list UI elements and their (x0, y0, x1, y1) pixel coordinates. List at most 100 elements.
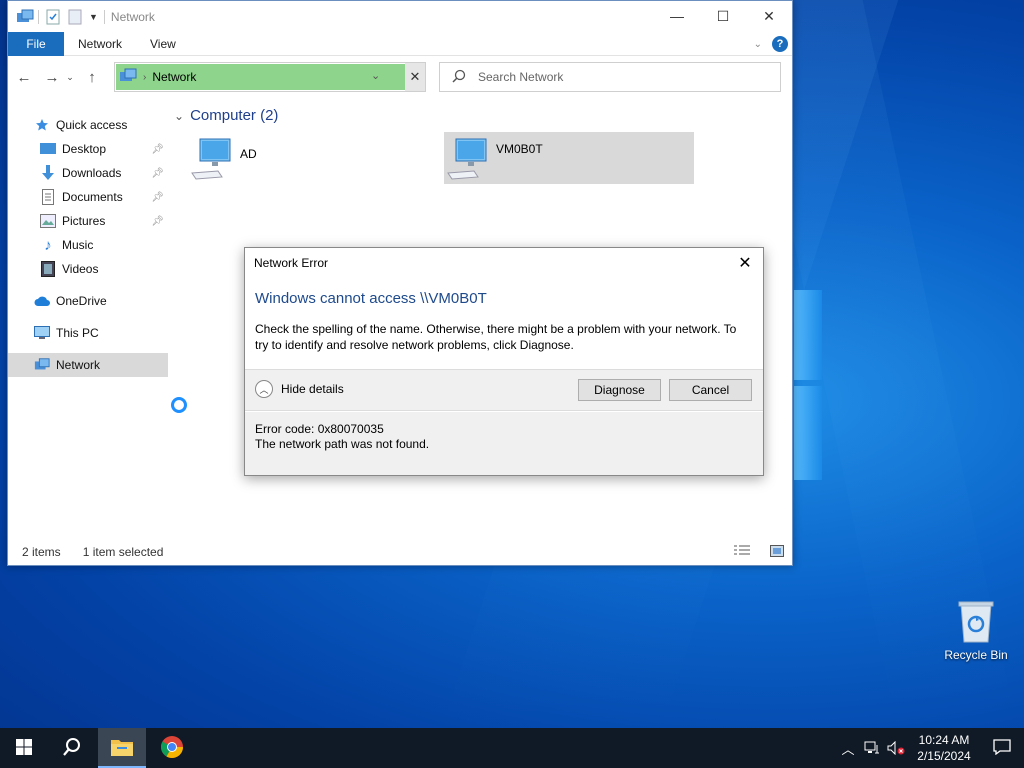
dialog-button-bar: ︿ Hide details Diagnose Cancel (245, 369, 763, 411)
arrow-right-icon: → (44, 68, 60, 86)
network-icon (34, 357, 50, 373)
folder-icon (111, 738, 133, 759)
network-tray-icon[interactable] (860, 728, 884, 768)
sidebar-item-documents[interactable]: Documents 📌︎ (8, 185, 168, 209)
start-button[interactable] (0, 728, 48, 768)
close-icon: ✕ (738, 255, 752, 272)
cloud-icon (34, 293, 50, 309)
tab-file[interactable]: File (8, 31, 64, 56)
network-error-dialog: Network Error ✕ Windows cannot access \\… (244, 247, 764, 476)
group-header[interactable]: ⌄ Computer (2) (174, 107, 278, 124)
sidebar-item-onedrive[interactable]: OneDrive (8, 289, 168, 313)
search-placeholder: Search Network (478, 70, 564, 84)
notifications-button[interactable] (980, 728, 1024, 768)
address-bar[interactable]: › Network ⌄ ✕ (114, 62, 426, 92)
customize-qat-icon[interactable]: ▼ (89, 12, 98, 22)
title-bar[interactable]: ▼ Network — ☐ ✕ (8, 1, 792, 32)
breadcrumb-network[interactable]: Network (152, 70, 196, 84)
recent-locations-button[interactable]: ⌄ (64, 65, 76, 89)
computer-icon (34, 325, 50, 341)
search-icon (62, 737, 82, 760)
ribbon-tabs: File Network View ⌄ ? (8, 31, 792, 56)
sidebar-item-this-pc[interactable]: This PC (8, 321, 168, 345)
computer-icon (444, 135, 496, 186)
minimize-button[interactable]: — (654, 1, 700, 31)
dialog-message: Check the spelling of the name. Otherwis… (255, 322, 737, 352)
documents-icon (40, 189, 56, 205)
chevron-up-icon: ︿ (841, 741, 855, 757)
sidebar-item-pictures[interactable]: Pictures 📌︎ (8, 209, 168, 233)
network-computer-ad[interactable]: AD (188, 135, 438, 187)
close-button[interactable]: ✕ (746, 1, 792, 31)
diagnose-button[interactable]: Diagnose (578, 379, 661, 401)
music-icon: ♪ (44, 236, 52, 254)
sidebar-item-label: This PC (56, 326, 99, 340)
desktop-folder-icon (40, 141, 56, 157)
taskbar: ︿ 10:24 AM 2/15/2024 (0, 728, 1024, 768)
address-content: › Network (115, 68, 196, 87)
chevron-down-icon: ⌄ (66, 71, 74, 82)
stop-loading-button[interactable]: ✕ (405, 63, 425, 91)
breadcrumb-chevron-icon: › (143, 71, 147, 83)
forward-button[interactable]: → (40, 65, 64, 89)
pictures-icon (40, 213, 56, 229)
sidebar-item-downloads[interactable]: Downloads 📌︎ (8, 161, 168, 185)
windows-logo-icon (16, 738, 32, 758)
dialog-heading: Windows cannot access \\VM0B0T (255, 290, 487, 307)
tab-network[interactable]: Network (64, 32, 136, 56)
chrome-taskbar-button[interactable] (148, 728, 196, 768)
clock[interactable]: 10:24 AM 2/15/2024 (908, 732, 980, 764)
sidebar-item-label: OneDrive (56, 294, 107, 308)
large-icons-view-icon[interactable] (770, 545, 784, 560)
sidebar-item-label: Videos (62, 262, 99, 276)
search-icon (452, 69, 466, 86)
system-tray: ︿ 10:24 AM 2/15/2024 (836, 728, 1024, 768)
recycle-bin[interactable]: Recycle Bin (940, 600, 1012, 662)
sidebar-item-label: Desktop (62, 142, 107, 156)
new-folder-icon[interactable] (67, 9, 83, 25)
file-explorer-taskbar-button[interactable] (98, 728, 146, 768)
notification-icon (993, 738, 1011, 758)
error-details: Error code: 0x80070035 The network path … (245, 412, 763, 475)
sidebar-item-music[interactable]: ♪ Music (8, 233, 168, 257)
dialog-close-button[interactable]: ✕ (731, 250, 759, 276)
details-view-icon[interactable] (734, 545, 750, 560)
expand-ribbon-icon[interactable]: ⌄ (754, 39, 762, 50)
sidebar-item-desktop[interactable]: Desktop 📌︎ (8, 137, 168, 161)
pin-icon[interactable]: 📌︎ (151, 168, 164, 179)
cancel-button[interactable]: Cancel (669, 379, 752, 401)
back-button[interactable]: ← (12, 65, 36, 89)
sidebar-item-quick-access[interactable]: Quick access (8, 113, 168, 137)
collapse-chevron-icon: ⌄ (174, 108, 185, 123)
recycle-bin-icon (957, 600, 995, 644)
properties-icon[interactable] (45, 9, 61, 25)
videos-icon (40, 261, 56, 277)
error-code: Error code: 0x80070035 (255, 422, 384, 436)
quick-access-toolbar: ▼ (8, 9, 105, 25)
hide-details-toggle[interactable]: ︿ Hide details (255, 380, 344, 398)
pin-icon[interactable]: 📌︎ (151, 216, 164, 227)
explorer-network-icon (16, 9, 34, 25)
up-button[interactable]: ↑ (80, 65, 104, 89)
close-icon: ✕ (409, 69, 421, 84)
chrome-icon (160, 735, 184, 762)
chevron-up-icon: ︿ (255, 380, 273, 398)
sidebar-item-label: Pictures (62, 214, 106, 228)
sidebar-item-label: Downloads (62, 166, 122, 180)
help-icon[interactable]: ? (772, 36, 788, 52)
pin-icon[interactable]: 📌︎ (151, 192, 164, 203)
search-button[interactable] (48, 728, 96, 768)
show-hidden-icons-button[interactable]: ︿ (836, 728, 860, 768)
network-location-icon (119, 68, 137, 87)
maximize-button[interactable]: ☐ (700, 1, 746, 31)
network-computer-vm0b0t[interactable]: VM0B0T (444, 132, 694, 184)
view-switcher (720, 545, 784, 560)
search-box[interactable]: Search Network (439, 62, 781, 92)
sidebar-item-network[interactable]: Network (8, 353, 168, 377)
downloads-icon (40, 165, 56, 181)
tab-view[interactable]: View (136, 32, 190, 56)
pin-icon[interactable]: 📌︎ (151, 144, 164, 155)
volume-muted-icon[interactable] (884, 728, 908, 768)
address-dropdown-icon[interactable]: ⌄ (371, 69, 380, 82)
sidebar-item-videos[interactable]: Videos (8, 257, 168, 281)
